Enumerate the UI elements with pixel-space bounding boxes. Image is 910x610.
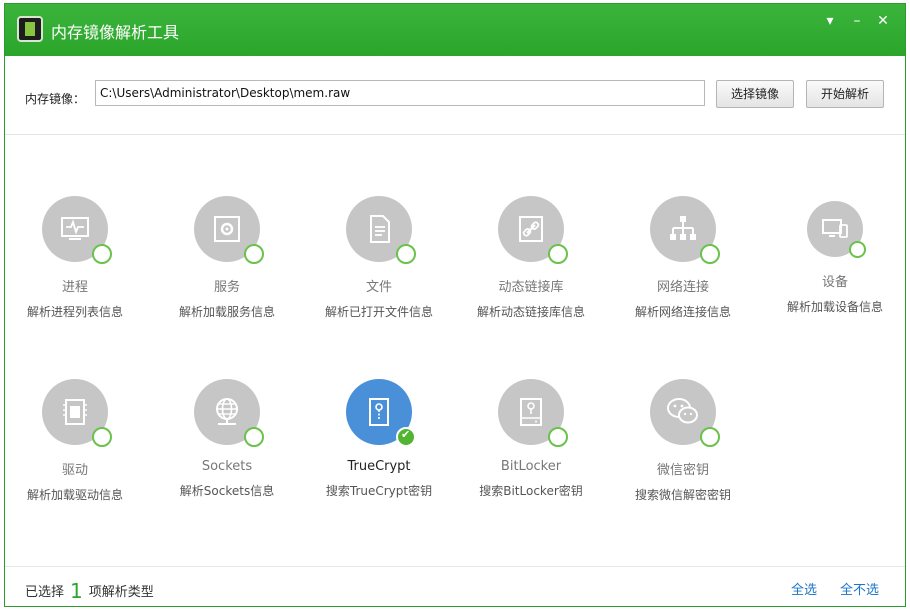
network-icon-circle (650, 196, 720, 264)
service-icon-circle (194, 196, 264, 264)
parse-item-name: TrueCrypt (347, 459, 411, 474)
truecrypt-icon-circle (346, 379, 416, 447)
parse-item-desc: 解析加载驱动信息 (26, 488, 123, 502)
sockets-icon-circle (194, 379, 264, 447)
network-checkbox[interactable] (700, 244, 720, 264)
bitlocker-icon-circle (498, 379, 568, 447)
selection-summary: 已选择 1 项解析类型 (25, 579, 154, 603)
truecrypt-icon (369, 398, 389, 426)
menu-dropdown-icon[interactable]: ▾ (820, 12, 840, 30)
truecrypt-checkbox[interactable] (396, 427, 416, 447)
parse-item-name: 微信密钥 (656, 463, 709, 478)
close-button[interactable]: ✕ (873, 12, 893, 30)
parse-item-name: 设备 (821, 275, 848, 290)
bitlocker-checkbox[interactable] (548, 427, 568, 447)
wechat-icon-circle (650, 379, 720, 447)
parse-item-service[interactable]: 服务 解析加载服务信息 (152, 196, 302, 320)
image-path-input[interactable] (95, 80, 705, 106)
window-title: 内存镜像解析工具 (51, 23, 180, 42)
driver-checkbox[interactable] (92, 427, 112, 447)
device-icon (822, 219, 848, 238)
parse-item-device[interactable]: 设备 解析加载设备信息 (760, 196, 910, 315)
wechat-icon (667, 398, 698, 424)
parse-item-network[interactable]: 网络连接 解析网络连接信息 (608, 196, 758, 320)
parse-item-desc: 解析加载服务信息 (178, 305, 275, 319)
process-checkbox[interactable] (92, 244, 112, 264)
select-all-link[interactable]: 全选 (791, 579, 817, 598)
process-icon-circle (42, 196, 112, 264)
select-none-link[interactable]: 全不选 (840, 579, 879, 598)
device-checkbox[interactable] (849, 241, 866, 258)
select-image-button[interactable]: 选择镜像 (716, 80, 794, 108)
parse-item-name: BitLocker (500, 459, 562, 474)
wechat-checkbox[interactable] (700, 427, 720, 447)
parse-item-name: Sockets (201, 459, 253, 474)
parse-item-desc: 解析动态链接库信息 (476, 305, 585, 319)
parse-item-name: 文件 (365, 280, 392, 295)
parse-item-bitlocker[interactable]: BitLocker 搜索BitLocker密钥 (456, 379, 606, 499)
parse-type-grid: 进程 解析进程列表信息 服务 解析加载服务信息 文件 解析已打开文件信息 动态链… (5, 134, 905, 564)
minimize-button[interactable]: – (847, 12, 867, 30)
link-icon (519, 216, 543, 242)
parse-item-desc: 解析网络连接信息 (634, 305, 731, 319)
toolbar: 内存镜像： 选择镜像 开始解析 (5, 56, 905, 135)
parse-item-desc: 搜索TrueCrypt密钥 (325, 484, 433, 498)
status-footer: 已选择 1 项解析类型 全选 全不选 (5, 566, 905, 607)
parse-item-desc: 搜索微信解密密钥 (634, 488, 731, 502)
file-icon (370, 215, 390, 243)
sockets-checkbox[interactable] (244, 427, 264, 447)
parse-item-desc: 解析加载设备信息 (786, 300, 883, 314)
parse-item-name: 进程 (61, 280, 88, 295)
parse-item-name: 服务 (213, 280, 240, 295)
file-icon-circle (346, 196, 416, 264)
device-icon-circle (807, 201, 866, 258)
globe-icon (216, 398, 238, 425)
network-icon (670, 216, 696, 240)
parse-item-desc: 搜索BitLocker密钥 (479, 484, 583, 498)
app-window: 内存镜像解析工具 ▾ – ✕ 内存镜像： 选择镜像 开始解析 进程 解析进程列表… (4, 3, 906, 607)
parse-item-file[interactable]: 文件 解析已打开文件信息 (304, 196, 454, 320)
dll-icon-circle (498, 196, 568, 264)
parse-item-name: 网络连接 (656, 280, 709, 295)
parse-item-wechat[interactable]: 微信密钥 搜索微信解密密钥 (608, 379, 758, 503)
selection-prefix: 已选择 (25, 585, 65, 600)
file-checkbox[interactable] (396, 244, 416, 264)
parse-item-truecrypt[interactable]: TrueCrypt 搜索TrueCrypt密钥 (304, 379, 454, 499)
dll-checkbox[interactable] (548, 244, 568, 264)
start-parse-button[interactable]: 开始解析 (806, 80, 884, 108)
monitor-icon (61, 217, 89, 240)
image-path-label: 内存镜像： (25, 92, 86, 106)
driver-icon-circle (42, 379, 112, 447)
parse-item-desc: 解析Sockets信息 (179, 484, 275, 498)
parse-item-name: 动态链接库 (498, 280, 564, 295)
app-logo-icon (17, 16, 43, 42)
title-bar: 内存镜像解析工具 ▾ – ✕ (5, 4, 905, 56)
service-checkbox[interactable] (244, 244, 264, 264)
parse-item-process[interactable]: 进程 解析进程列表信息 (0, 196, 150, 320)
parse-item-dll[interactable]: 动态链接库 解析动态链接库信息 (456, 196, 606, 320)
service-gear-icon (214, 216, 240, 242)
drive-key-icon (520, 398, 542, 426)
selection-suffix: 项解析类型 (88, 585, 154, 600)
parse-item-desc: 解析已打开文件信息 (324, 305, 433, 319)
parse-item-name: 驱动 (61, 463, 88, 478)
parse-item-desc: 解析进程列表信息 (26, 305, 123, 319)
parse-item-driver[interactable]: 驱动 解析加载驱动信息 (0, 379, 150, 503)
selection-count: 1 (70, 579, 83, 603)
chip-icon (63, 399, 87, 425)
parse-item-sockets[interactable]: Sockets 解析Sockets信息 (152, 379, 302, 499)
